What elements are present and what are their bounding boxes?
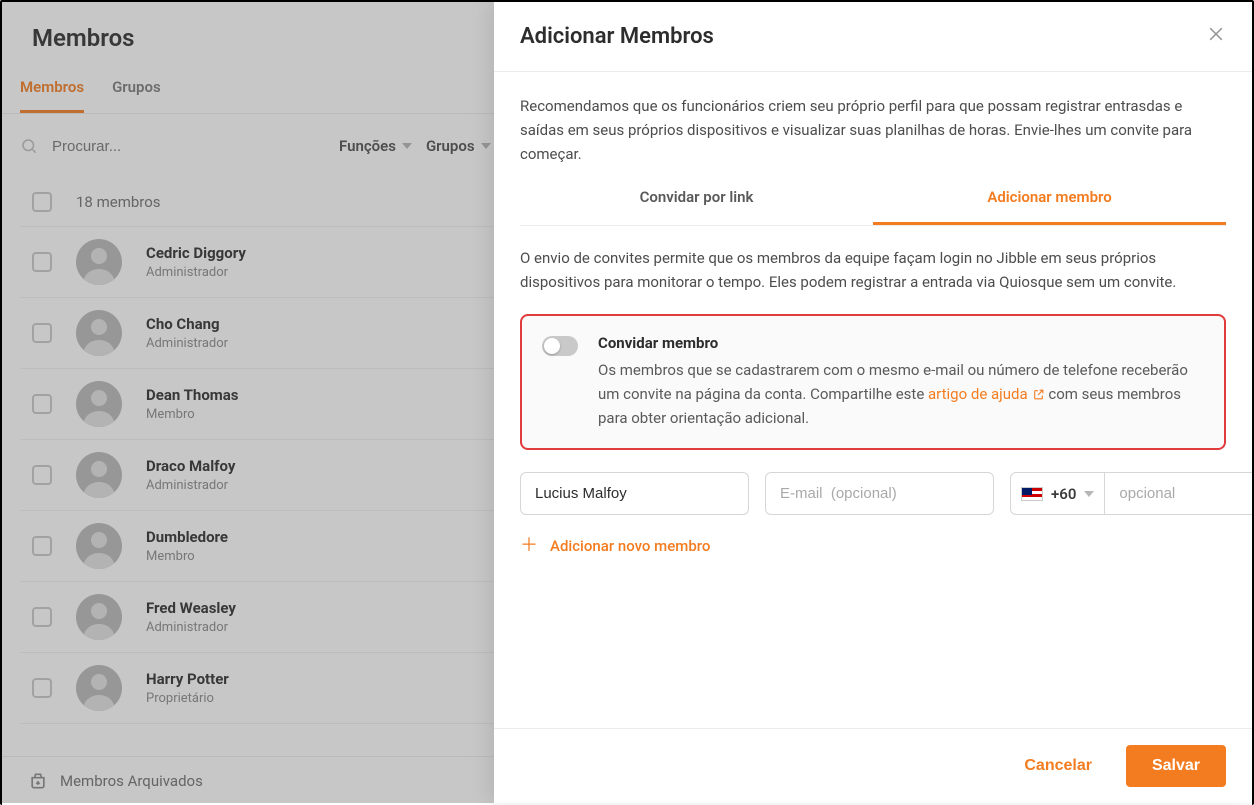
toggle-knob xyxy=(544,338,560,354)
invite-title: Convidar membro xyxy=(598,334,1204,352)
add-new-label: Adicionar novo membro xyxy=(550,537,710,555)
invite-toggle[interactable] xyxy=(542,336,578,356)
modal-tabs: Convidar por link Adicionar membro xyxy=(520,188,1226,226)
add-members-modal: Adicionar Membros Recomendamos que os fu… xyxy=(494,2,1252,803)
add-new-member-button[interactable]: ＋ Adicionar novo membro xyxy=(520,537,710,555)
cancel-button[interactable]: Cancelar xyxy=(1006,745,1110,787)
name-input[interactable] xyxy=(520,472,749,515)
tab-invite-link[interactable]: Convidar por link xyxy=(520,188,873,225)
save-button[interactable]: Salvar xyxy=(1126,745,1226,787)
modal-intro: Recomendamos que os funcionários criem s… xyxy=(520,94,1226,166)
modal-title: Adicionar Membros xyxy=(520,24,714,49)
tab-add-member[interactable]: Adicionar membro xyxy=(873,188,1226,225)
invite-member-block: Convidar membro Os membros que se cadast… xyxy=(520,314,1226,450)
modal-description: O envio de convites permite que os membr… xyxy=(520,246,1226,294)
invite-text: Os membros que se cadastrarem com o mesm… xyxy=(598,358,1204,430)
plus-icon: ＋ xyxy=(520,537,538,555)
email-input[interactable] xyxy=(765,472,994,515)
flag-icon xyxy=(1021,487,1043,501)
help-article-link[interactable]: artigo de ajuda xyxy=(928,382,1045,406)
close-icon[interactable] xyxy=(1206,24,1226,49)
country-code-selector[interactable]: +60 xyxy=(1010,472,1105,515)
external-link-icon xyxy=(1032,388,1045,401)
country-code: +60 xyxy=(1051,485,1076,503)
phone-input[interactable] xyxy=(1105,472,1252,515)
chevron-down-icon xyxy=(1084,491,1094,497)
